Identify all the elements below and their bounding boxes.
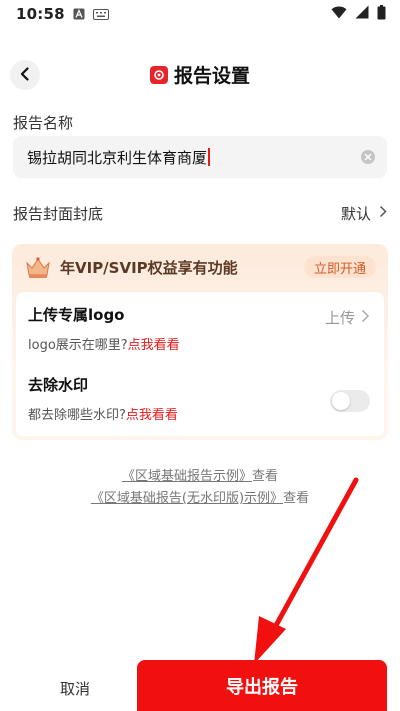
export-report-button[interactable]: 导出报告 — [137, 660, 387, 711]
status-bar: 10:58 — [0, 0, 400, 28]
brand-logo-icon — [149, 65, 168, 84]
sample-link-row-1[interactable]: 《区域基础报告示例》查看 — [0, 465, 400, 484]
clear-icon[interactable] — [361, 150, 375, 164]
header: 报告设置 — [0, 52, 400, 98]
text-cursor — [208, 148, 211, 166]
status-time: 10:58 — [16, 5, 65, 23]
signal-icon — [355, 5, 369, 23]
upload-label: 上传 — [324, 309, 355, 327]
remove-watermark-hint-row: 都去除哪些水印?点我看看 — [28, 404, 178, 423]
vip-title: 年VIP/SVIP权益享有功能 — [60, 258, 238, 277]
chevron-right-icon — [361, 309, 370, 327]
upload-logo-link[interactable]: 点我看看 — [128, 338, 180, 353]
upload-logo-hint: logo展示在哪里? — [28, 338, 128, 353]
sample-report-link[interactable]: 《区域基础报告示例》 — [122, 469, 252, 484]
remove-watermark-toggle[interactable] — [330, 390, 370, 412]
keyboard-icon — [92, 8, 109, 20]
cover-setting-row[interactable]: 报告封面封底 默认 — [13, 197, 387, 229]
report-name-value[interactable]: 锡拉胡同北京利生体育商厦 — [27, 147, 207, 168]
report-name-input[interactable]: 锡拉胡同北京利生体育商厦 — [13, 136, 387, 178]
page-title-wrap: 报告设置 — [0, 61, 400, 88]
a-badge-icon — [73, 8, 85, 20]
upload-logo-hint-row: logo展示在哪里?点我看看 — [28, 334, 180, 353]
cancel-button[interactable]: 取消 — [40, 670, 110, 706]
sample-link-row-2[interactable]: 《区域基础报告(无水印版)示例》查看 — [0, 487, 400, 506]
chevron-right-icon — [379, 204, 387, 222]
sample-report-view[interactable]: 查看 — [252, 469, 278, 484]
wifi-icon — [331, 5, 347, 23]
battery-icon — [377, 4, 386, 24]
upload-logo-button[interactable]: 上传 — [325, 307, 370, 328]
sample-nowatermark-view[interactable]: 查看 — [283, 491, 309, 506]
vip-card: 年VIP/SVIP权益享有功能 立即开通 上传专属logo logo展示在哪里?… — [12, 244, 388, 440]
status-indicators — [331, 4, 386, 24]
vip-header: 年VIP/SVIP权益享有功能 立即开通 — [12, 244, 388, 290]
remove-watermark-link[interactable]: 点我看看 — [126, 408, 178, 423]
remove-watermark-hint: 都去除哪些水印? — [28, 408, 126, 423]
vip-features: 上传专属logo logo展示在哪里?点我看看 上传 去除水印 都去除哪些水印?… — [16, 292, 384, 436]
crown-icon — [24, 254, 52, 280]
page-title: 报告设置 — [173, 65, 250, 87]
sample-nowatermark-link[interactable]: 《区域基础报告(无水印版)示例》 — [91, 491, 283, 506]
toggle-knob — [332, 392, 350, 410]
upload-logo-title: 上传专属logo — [28, 306, 125, 324]
cover-value: 默认 — [340, 204, 371, 223]
cover-label: 报告封面封底 — [13, 204, 104, 223]
open-vip-button[interactable]: 立即开通 — [303, 256, 376, 278]
cover-value-wrap[interactable]: 默认 — [341, 203, 387, 224]
remove-watermark-title: 去除水印 — [28, 376, 89, 394]
report-name-label: 报告名称 — [13, 114, 74, 132]
